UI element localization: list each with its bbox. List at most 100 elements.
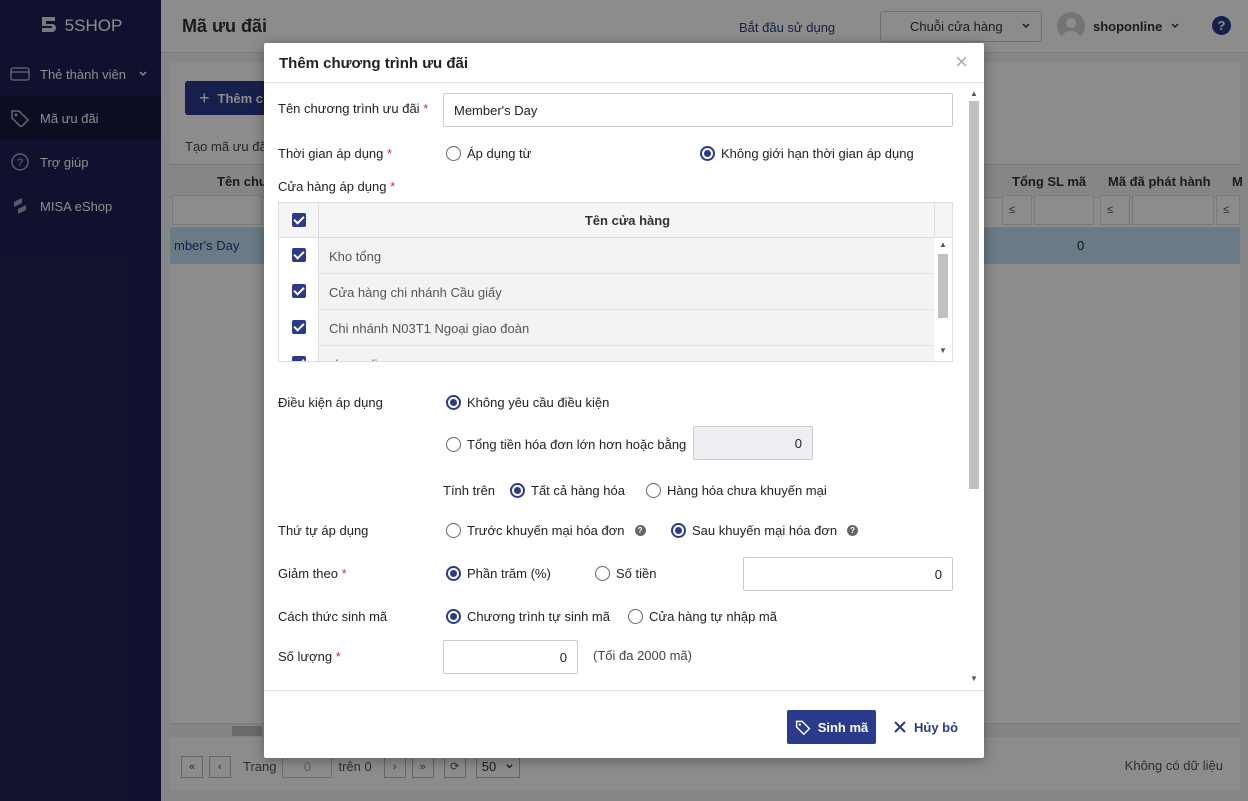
radio-label: Hàng hóa chưa khuyến mại xyxy=(667,483,827,498)
store-table: Tên cửa hàng Kho tổng Cửa hàng chi nhánh… xyxy=(278,202,953,362)
apply-store-label: Cửa hàng áp dụng * xyxy=(278,179,395,194)
scroll-thumb[interactable] xyxy=(938,254,948,318)
code-gen-label: Cách thức sinh mã xyxy=(278,609,388,624)
radio-label: Không giới hạn thời gian áp dụng xyxy=(721,146,914,161)
calc-on-label: Tính trên xyxy=(443,483,496,498)
radio-no-condition[interactable]: Không yêu cầu điều kiện xyxy=(446,395,609,410)
store-checkbox[interactable] xyxy=(292,284,306,298)
radio-min-invoice-total[interactable]: Tổng tiền hóa đơn lớn hơn hoặc bằng xyxy=(446,437,686,452)
label-text: Cửa hàng áp dụng xyxy=(278,179,387,194)
scroll-down-icon[interactable]: ▼ xyxy=(939,346,947,355)
label-text: Tên chương trình ưu đãi xyxy=(278,101,420,116)
radio-all-goods[interactable]: Tất cả hàng hóa xyxy=(510,483,625,498)
radio-after-invoice-promo[interactable]: Sau khuyến mại hóa đơn? xyxy=(671,523,859,538)
store-name: Kho tổng xyxy=(329,249,382,264)
close-icon xyxy=(894,721,906,733)
question-mark-icon[interactable]: ? xyxy=(847,525,859,536)
header-end-cell xyxy=(934,203,952,238)
apply-order-label: Thứ tự áp dụng xyxy=(278,523,369,538)
store-name: Chi nhánh N03T1 Ngoại giao đoàn xyxy=(329,321,530,336)
cancel-button[interactable]: Hủy bỏ xyxy=(894,710,958,744)
store-name: Cửa hàng chi nhánh Cầu giấy xyxy=(329,285,502,300)
radio-before-invoice-promo[interactable]: Trước khuyến mại hóa đơn? xyxy=(446,523,646,538)
radio-percent[interactable]: Phần trăm (%) xyxy=(446,566,551,581)
tag-icon xyxy=(795,720,811,735)
radio-circle xyxy=(446,609,461,624)
cancel-label: Hủy bỏ xyxy=(914,719,959,735)
radio-circle xyxy=(700,146,715,161)
close-icon[interactable]: × xyxy=(955,51,968,73)
radio-label: Áp dụng từ xyxy=(467,146,532,161)
radio-label: Không yêu cầu điều kiện xyxy=(467,395,610,410)
radio-label: Tổng tiền hóa đơn lớn hơn hoặc bằng xyxy=(467,437,687,452)
radio-circle xyxy=(446,566,461,581)
radio-circle xyxy=(446,523,461,538)
scroll-up-icon[interactable]: ▲ xyxy=(970,89,978,98)
label-text: Giảm theo xyxy=(278,566,338,581)
store-checkbox[interactable] xyxy=(292,320,306,334)
radio-label: Trước khuyến mại hóa đơn xyxy=(467,523,625,538)
checkbox-cell xyxy=(279,346,319,361)
store-name: shoponline xyxy=(329,357,392,361)
radio-label: Sau khuyến mại hóa đơn xyxy=(692,523,838,538)
radio-apply-from[interactable]: Áp dụng từ xyxy=(446,146,531,161)
question-mark-icon[interactable]: ? xyxy=(634,525,646,536)
scroll-up-icon[interactable]: ▲ xyxy=(939,240,947,249)
apply-time-label: Thời gian áp dụng * xyxy=(278,146,392,161)
checkbox-cell xyxy=(279,310,319,346)
select-all-checkbox[interactable] xyxy=(292,213,306,227)
scroll-down-icon[interactable]: ▼ xyxy=(970,674,978,683)
store-table-scrollbar[interactable]: ▲ ▼ xyxy=(934,238,952,361)
dialog-body: Tên chương trình ưu đãi * Member's Day T… xyxy=(264,84,984,690)
discount-value-input[interactable]: 0 xyxy=(743,557,953,591)
store-checkbox[interactable] xyxy=(292,356,306,361)
radio-label: Cửa hàng tự nhập mã xyxy=(649,609,777,624)
radio-circle xyxy=(595,566,610,581)
promotion-name-input[interactable]: Member's Day xyxy=(443,93,953,127)
required-mark: * xyxy=(341,566,347,581)
required-mark: * xyxy=(335,649,341,664)
generate-code-label: Sinh mã xyxy=(817,719,869,735)
radio-unlimited-time[interactable]: Không giới hạn thời gian áp dụng xyxy=(700,146,914,161)
radio-circle xyxy=(628,609,643,624)
radio-circle xyxy=(646,483,661,498)
checkbox-cell xyxy=(279,274,319,310)
table-row[interactable]: Kho tổng xyxy=(279,238,952,274)
radio-label: Phần trăm (%) xyxy=(467,566,551,581)
checkbox-cell xyxy=(279,238,319,274)
radio-label: Tất cả hàng hóa xyxy=(531,483,625,498)
dialog-title: Thêm chương trình ưu đãi xyxy=(279,55,469,72)
radio-store-input[interactable]: Cửa hàng tự nhập mã xyxy=(628,609,777,624)
min-invoice-amount-input[interactable]: 0 xyxy=(693,426,813,460)
store-name-header: Tên cửa hàng xyxy=(584,213,671,228)
add-promotion-dialog: Thêm chương trình ưu đãi × Tên chương tr… xyxy=(264,43,984,758)
table-row[interactable]: shoponline xyxy=(279,346,952,361)
radio-label: Số tiền xyxy=(616,566,657,581)
quantity-label: Số lượng * xyxy=(278,649,341,664)
promotion-name-label: Tên chương trình ưu đãi * xyxy=(278,101,428,116)
quantity-input[interactable]: 0 xyxy=(443,640,578,674)
radio-circle xyxy=(446,146,461,161)
condition-label: Điều kiện áp dụng xyxy=(278,395,383,410)
radio-circle xyxy=(510,483,525,498)
label-text: Số lượng xyxy=(278,649,333,664)
required-mark: * xyxy=(387,146,393,161)
dialog-footer: Sinh mã Hủy bỏ xyxy=(264,690,984,758)
table-row[interactable]: Chi nhánh N03T1 Ngoại giao đoàn xyxy=(279,310,952,346)
dialog-scrollbar[interactable]: ▲ ▼ xyxy=(968,89,980,683)
dialog-header: Thêm chương trình ưu đãi × xyxy=(264,43,984,83)
table-row[interactable]: Cửa hàng chi nhánh Cầu giấy xyxy=(279,274,952,310)
discount-by-label: Giảm theo * xyxy=(278,566,347,581)
store-checkbox[interactable] xyxy=(292,248,306,262)
generate-code-button[interactable]: Sinh mã xyxy=(787,710,876,744)
radio-non-promo-goods[interactable]: Hàng hóa chưa khuyến mại xyxy=(646,483,827,498)
radio-label: Chương trình tự sinh mã xyxy=(467,609,610,624)
select-all-cell xyxy=(279,203,319,238)
radio-circle xyxy=(671,523,686,538)
scroll-thumb[interactable] xyxy=(969,101,979,489)
store-table-header: Tên cửa hàng xyxy=(279,203,952,238)
required-mark: * xyxy=(423,101,429,116)
radio-auto-generate[interactable]: Chương trình tự sinh mã xyxy=(446,609,610,624)
radio-amount[interactable]: Số tiền xyxy=(595,566,656,581)
radio-circle xyxy=(446,437,461,452)
